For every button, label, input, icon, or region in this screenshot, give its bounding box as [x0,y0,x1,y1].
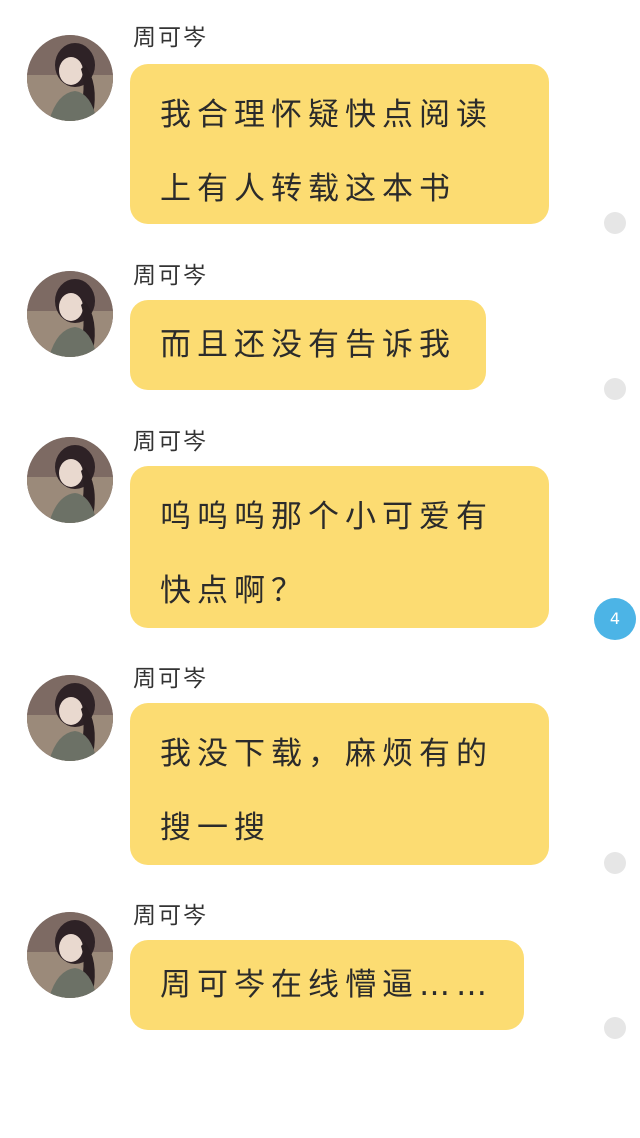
message-text: 快点啊？ [160,573,308,609]
avatar[interactable] [27,271,113,357]
message-bubble[interactable]: 呜呜呜那个小可爱有 快点啊？ [130,466,549,628]
message-text: 我没下载，麻烦有的 [160,736,493,772]
sender-name: 周可岑 [133,263,208,289]
avatar-image [27,271,113,357]
avatar[interactable] [27,675,113,761]
message-text: 而且还没有告诉我 [160,327,456,363]
message-text: 搜一搜 [160,810,271,846]
avatar-image [27,35,113,121]
avatar[interactable] [27,912,113,998]
read-status-dot [604,378,626,400]
message-text: 上有人转载这本书 [160,171,456,207]
message-bubble[interactable]: 我没下载，麻烦有的 搜一搜 [130,703,549,865]
read-status-dot [604,212,626,234]
avatar-image [27,675,113,761]
sender-name: 周可岑 [133,429,208,455]
avatar[interactable] [27,35,113,121]
sender-name: 周可岑 [133,903,208,929]
message-bubble[interactable]: 我合理怀疑快点阅读 上有人转载这本书 [130,64,549,224]
read-status-dot [604,1017,626,1039]
avatar-image [27,437,113,523]
message-text: 呜呜呜那个小可爱有 [160,499,493,535]
avatar-image [27,912,113,998]
sender-name: 周可岑 [133,25,208,51]
read-status-dot [604,852,626,874]
message-bubble[interactable]: 周可岑在线懵逼…… [130,940,524,1030]
sender-name: 周可岑 [133,666,208,692]
message-text: 周可岑在线懵逼…… [160,967,493,1003]
unread-count-badge[interactable]: 4 [594,598,636,640]
message-text: 我合理怀疑快点阅读 [160,97,493,133]
avatar[interactable] [27,437,113,523]
message-bubble[interactable]: 而且还没有告诉我 [130,300,486,390]
